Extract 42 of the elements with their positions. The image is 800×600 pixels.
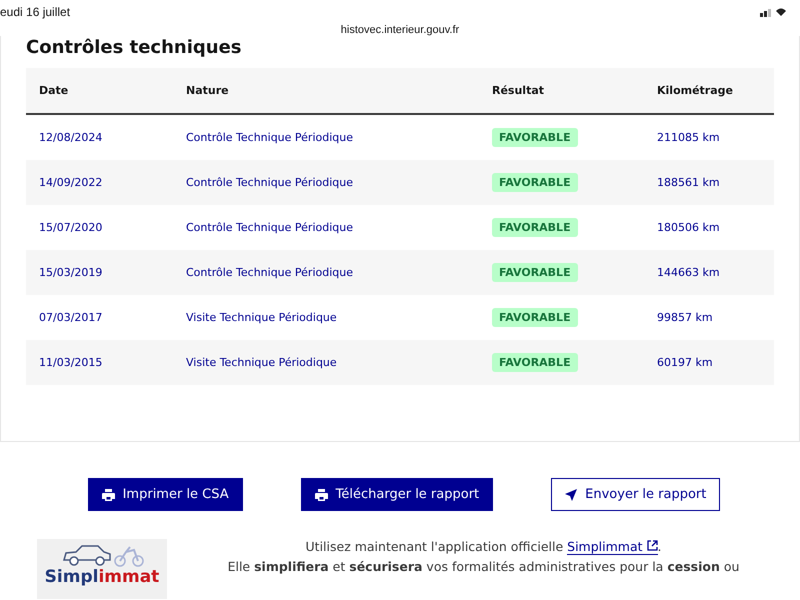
table-cell-text: Contrôle Technique Périodique bbox=[185, 176, 354, 189]
result-badge: FAVORABLE bbox=[492, 353, 578, 372]
table-cell-text: 188561 km bbox=[656, 176, 721, 189]
simplimmat-link[interactable]: Simplimmat bbox=[567, 539, 658, 555]
column-header: Kilométrage bbox=[656, 84, 734, 97]
table-cell-text: Visite Technique Périodique bbox=[185, 356, 338, 369]
result-badge: FAVORABLE bbox=[492, 173, 578, 192]
table-cell-text: 14/09/2022 bbox=[38, 176, 104, 189]
result-badge: FAVORABLE bbox=[492, 128, 578, 147]
table-cell-text: 15/07/2020 bbox=[38, 221, 104, 234]
logo-text: Simplimmat bbox=[44, 568, 160, 587]
table-cell-text: 15/03/2019 bbox=[38, 266, 104, 279]
external-link-icon bbox=[646, 540, 658, 551]
action-button[interactable]: Télécharger le rapport bbox=[300, 478, 494, 511]
address-url[interactable]: histovec.interieur.gouv.fr bbox=[340, 24, 460, 36]
action-button[interactable]: Imprimer le CSA bbox=[88, 478, 243, 511]
status-time: eudi 16 juillet bbox=[0, 5, 70, 19]
printer-icon bbox=[314, 488, 328, 500]
table-cell-text: 12/08/2024 bbox=[38, 131, 104, 144]
table-cell-text: Contrôle Technique Périodique bbox=[185, 131, 354, 144]
table-cell-text: 180506 km bbox=[656, 221, 721, 234]
result-badge: FAVORABLE bbox=[492, 263, 578, 282]
promo-sentence: Utilisez maintenant l'application officielle Simplimmat . bbox=[304, 539, 662, 555]
result-badge: FAVORABLE bbox=[492, 218, 578, 237]
promo-text: Elle simplifiera et sécurisera vos formalités administratives pour la cession ou bbox=[226, 559, 740, 575]
table-cell-text: 11/03/2015 bbox=[38, 356, 104, 369]
table-cell-text: Visite Technique Périodique bbox=[185, 311, 338, 324]
table-cell-text: Contrôle Technique Périodique bbox=[185, 266, 354, 279]
table-cell-text: 60197 km bbox=[656, 356, 714, 369]
table-cell-text: 07/03/2017 bbox=[38, 311, 104, 324]
table-cell-text: 99857 km bbox=[656, 311, 714, 324]
action-button[interactable]: Envoyer le rapport bbox=[551, 478, 720, 511]
column-header: Résultat bbox=[491, 84, 546, 97]
column-header: Nature bbox=[185, 84, 230, 97]
send-icon bbox=[565, 488, 578, 500]
section-title: Contrôles techniques bbox=[26, 36, 242, 60]
table-cell-text: 211085 km bbox=[656, 131, 721, 144]
table-cell-text: 144663 km bbox=[656, 266, 721, 279]
result-badge: FAVORABLE bbox=[492, 308, 578, 327]
table-cell-text: Contrôle Technique Périodique bbox=[185, 221, 354, 234]
printer-icon bbox=[102, 488, 115, 500]
column-header: Date bbox=[38, 84, 70, 97]
